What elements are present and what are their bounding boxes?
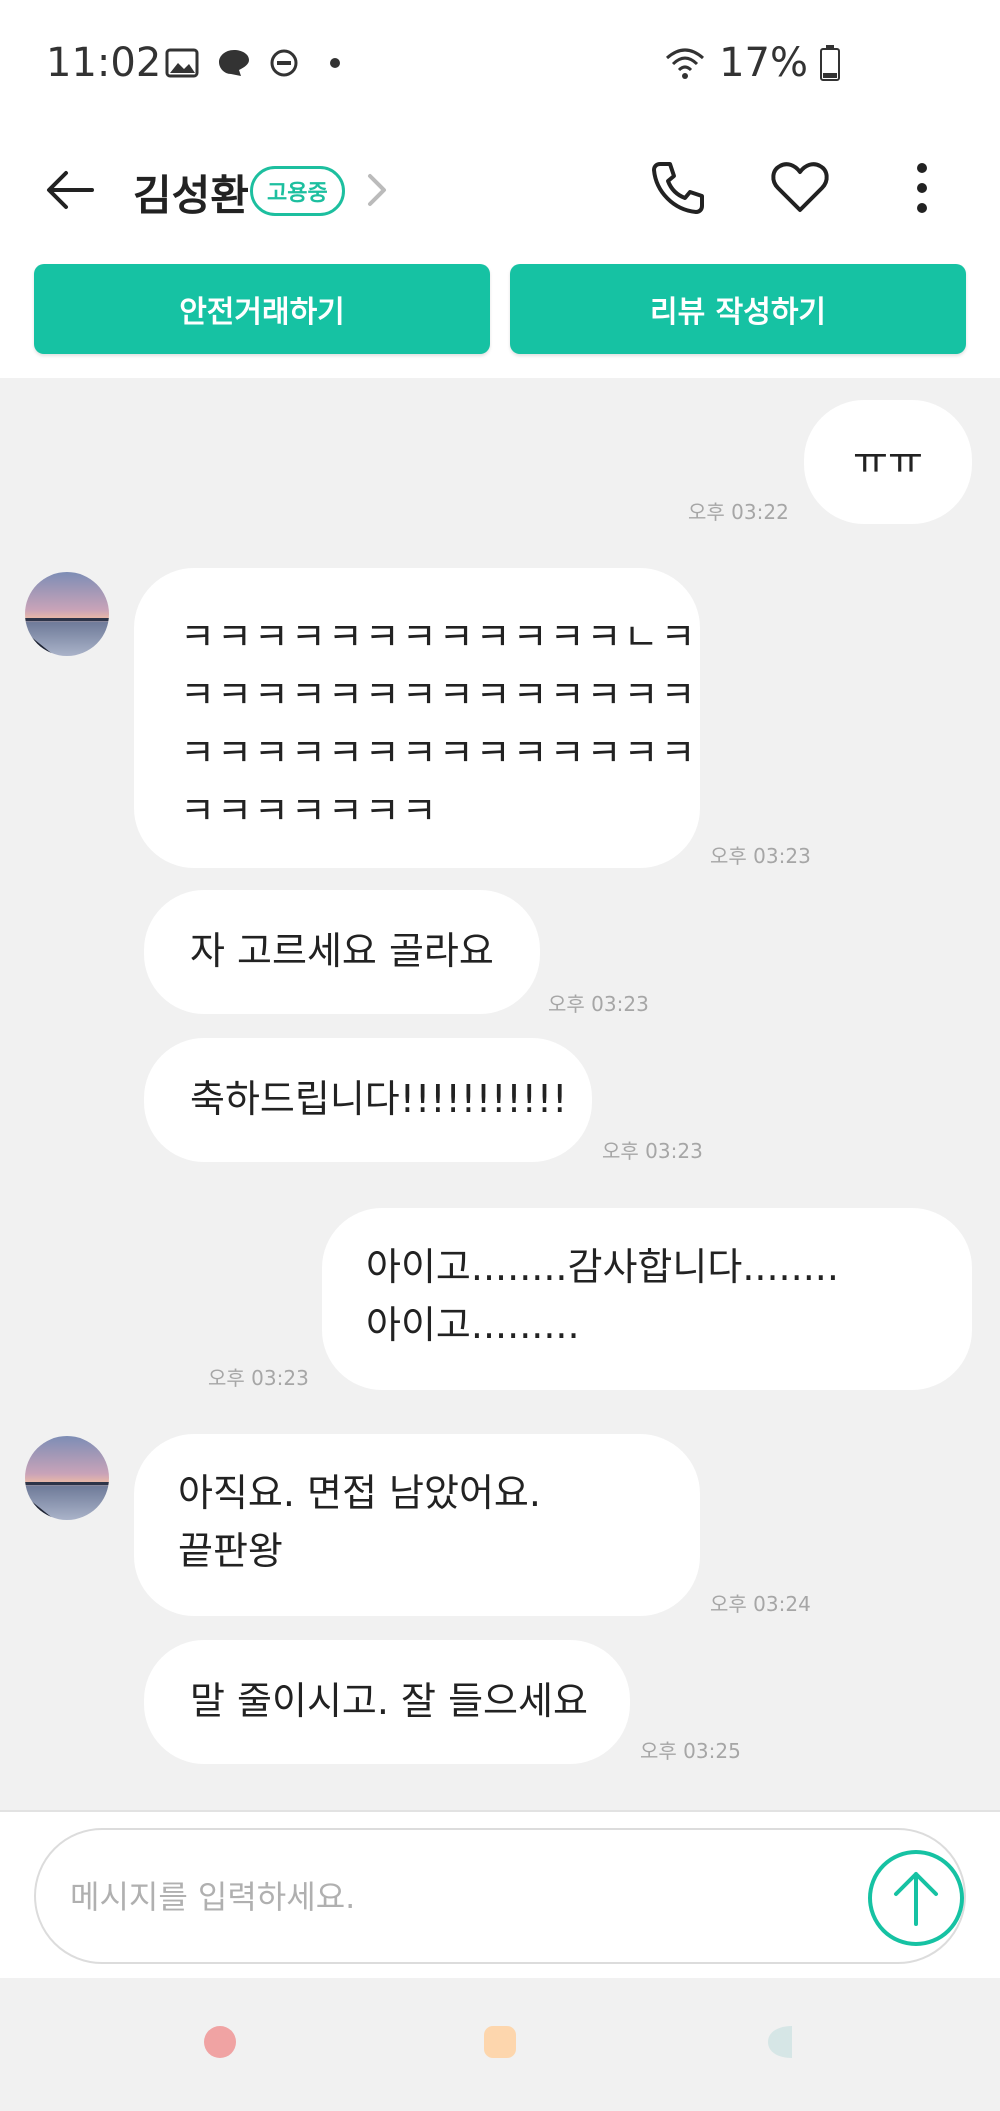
action-bar: 안전거래하기 리뷰 작성하기: [0, 250, 1000, 378]
avatar-photo-icon: [25, 1436, 109, 1520]
chat-header: 김성환 고용중: [0, 130, 1000, 250]
home-button-icon[interactable]: [482, 2024, 518, 2060]
status-right: 17%: [663, 40, 840, 86]
message-input-container: [34, 1828, 966, 1964]
message-bubble-received: ㅋㅋㅋㅋㅋㅋㅋㅋㅋㅋㅋㅋㄴㅋ ㅋㅋㅋㅋㅋㅋㅋㅋㅋㅋㅋㅋㅋㅋ ㅋㅋㅋㅋㅋㅋㅋㅋㅋㅋ…: [134, 568, 700, 868]
chat-bubble-icon: [219, 50, 249, 76]
message-bubble-received: 자 고르세요 골라요: [144, 890, 540, 1014]
message-time: 오후 03:23: [208, 1366, 309, 1390]
battery-icon: [820, 45, 840, 81]
chat-message-list[interactable]: ㅠㅠ 오후 03:22 ㅋㅋㅋㅋㅋㅋㅋㅋㅋㅋㅋㅋㄴㅋ ㅋㅋㅋㅋㅋㅋㅋㅋㅋㅋㅋㅋㅋ…: [0, 378, 1000, 1810]
phone-icon[interactable]: [646, 156, 710, 220]
message-bubble-sent: 아이고........감사합니다........ 아이고.........: [322, 1208, 972, 1390]
message-bubble-received: 말 줄이시고. 잘 들으세요: [144, 1640, 630, 1764]
battery-percent: 17%: [719, 40, 808, 86]
message-time: 오후 03:25: [640, 1739, 741, 1763]
message-time: 오후 03:23: [548, 992, 649, 1016]
status-time: 11:02: [46, 40, 162, 86]
contact-name[interactable]: 김성환: [133, 162, 249, 223]
heart-icon[interactable]: [768, 156, 832, 220]
write-review-button[interactable]: 리뷰 작성하기: [510, 264, 966, 354]
message-input[interactable]: [68, 1868, 852, 1926]
system-nav-bar: [0, 1978, 1000, 2111]
message-time: 오후 03:23: [710, 844, 811, 868]
dot-icon: [330, 58, 340, 68]
more-vertical-icon[interactable]: [890, 156, 954, 220]
message-bubble-sent: ㅠㅠ: [804, 400, 972, 524]
avatar-photo-icon: [25, 572, 109, 656]
do-not-disturb-icon: [270, 49, 298, 77]
status-bar: 11:02 17%: [0, 0, 1000, 130]
gallery-icon: [165, 48, 199, 78]
avatar[interactable]: [25, 572, 109, 656]
back-nav-icon[interactable]: [762, 2024, 798, 2060]
send-arrow-icon[interactable]: [866, 1848, 966, 1948]
safe-trade-button[interactable]: 안전거래하기: [34, 264, 490, 354]
message-input-bar: [0, 1810, 1000, 1980]
avatar[interactable]: [25, 1436, 109, 1520]
message-bubble-received: 축하드립니다!!!!!!!!!!!: [144, 1038, 592, 1162]
back-arrow-icon[interactable]: [40, 160, 100, 220]
message-time: 오후 03:22: [688, 500, 789, 524]
recent-apps-dot-icon[interactable]: [202, 2024, 238, 2060]
wifi-icon: [666, 48, 705, 79]
status-notification-icons: [165, 48, 341, 78]
chevron-right-icon[interactable]: [362, 170, 392, 210]
message-bubble-received: 아직요. 면접 남았어요. 끝판왕: [134, 1434, 700, 1616]
message-time: 오후 03:23: [602, 1139, 703, 1163]
hiring-status-badge: 고용중: [250, 166, 345, 216]
message-time: 오후 03:24: [710, 1592, 811, 1616]
